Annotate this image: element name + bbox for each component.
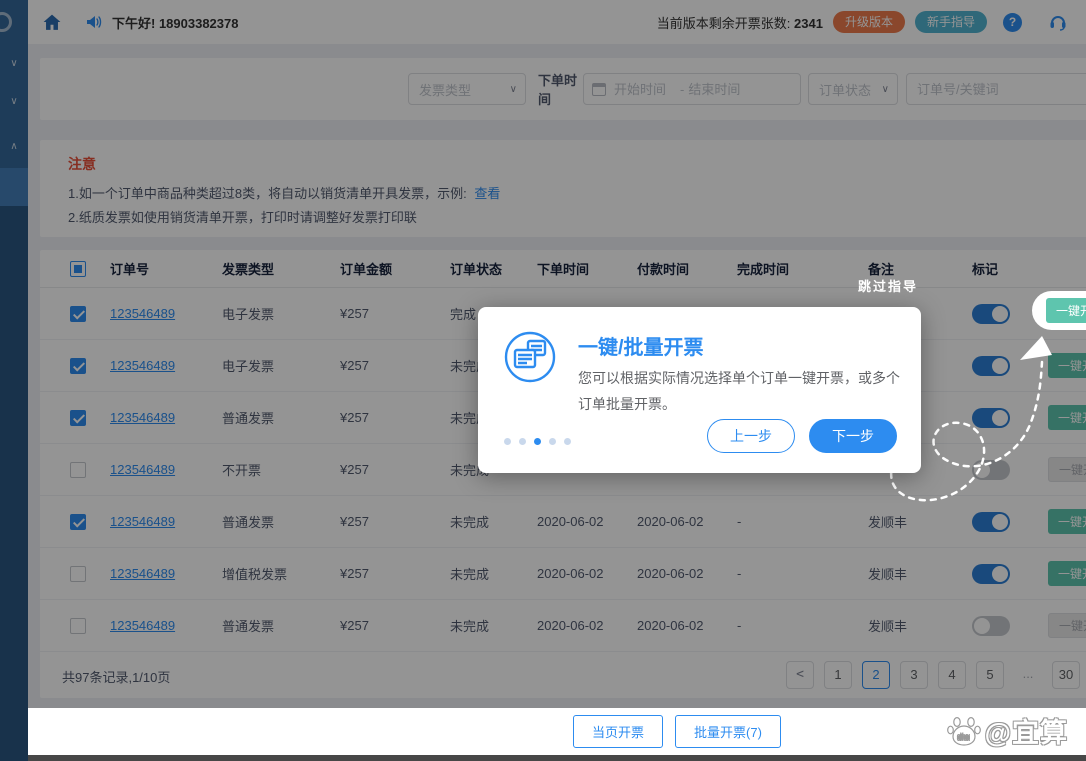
step-dot <box>549 438 556 445</box>
tutorial-title: 一键/批量开票 <box>578 331 704 360</box>
svg-text:du: du <box>957 732 970 742</box>
watermark-text: @宜算 <box>985 711 1068 750</box>
tutorial-modal: 一键/批量开票 您可以根据实际情况选择单个订单一键开票，或多个订单批量开票。 上… <box>478 307 921 473</box>
prev-step-button[interactable]: 上一步 <box>707 419 795 453</box>
step-dot <box>504 438 511 445</box>
tutorial-spotlight: 一键开票 <box>1032 291 1086 330</box>
tutorial-body: 您可以根据实际情况选择单个订单一键开票，或多个订单批量开票。 <box>578 365 908 417</box>
skip-guide-link[interactable]: 跳过指导 <box>858 276 918 295</box>
invoice-current-page-button[interactable]: 当页开票 <box>573 715 663 748</box>
bottom-action-bar: 当页开票 批量开票(7) du @宜算 <box>28 708 1086 755</box>
batch-invoice-button[interactable]: 批量开票(7) <box>675 715 781 748</box>
step-dots <box>504 438 571 445</box>
invoice-stack-icon <box>502 329 558 390</box>
app-window: ∨ ∨ ∧ 下午好! 18903382378 当前版本剩余开票张数: 2341 … <box>0 0 1086 761</box>
step-dot <box>519 438 526 445</box>
one-click-invoice-button[interactable]: 一键开票 <box>1046 298 1086 323</box>
step-dot <box>564 438 571 445</box>
next-step-button[interactable]: 下一步 <box>809 419 897 453</box>
watermark: du @宜算 <box>945 711 1068 750</box>
paw-icon: du <box>945 712 983 750</box>
step-dot <box>534 438 541 445</box>
